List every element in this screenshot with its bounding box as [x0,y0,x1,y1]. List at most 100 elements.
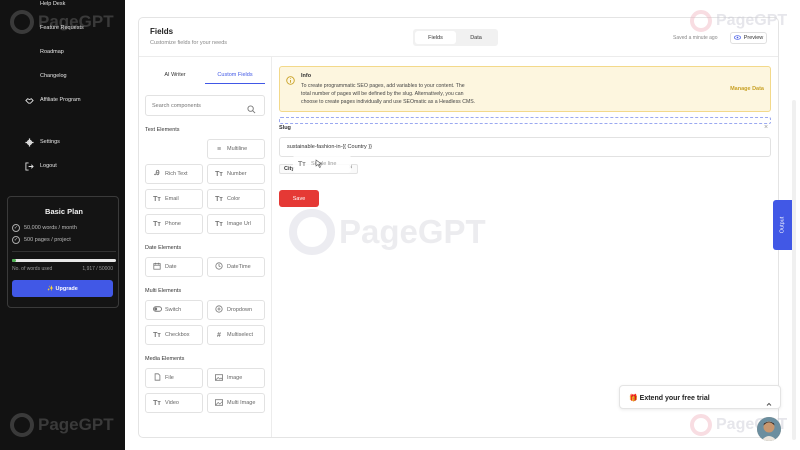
brand-watermark-bottom: PageGPT [10,413,114,437]
plan-feature-words: ✓ 50,000 words / month [12,224,77,232]
manage-data-link[interactable]: Manage Data [730,86,764,92]
text-type-icon: Tт [153,195,161,203]
component-rich-text[interactable]: Ꭿ Rich Text [145,164,203,184]
info-line-2: total number of pages will be defined by… [301,91,464,97]
tab-custom-fields[interactable]: Custom Fields [205,66,265,84]
plan-title: Basic Plan [45,207,83,216]
output-panel-toggle[interactable]: Output [773,200,792,250]
component-date[interactable]: Date [145,257,203,277]
brand-logo-icon [10,413,34,437]
component-datetime[interactable]: DateTime [207,257,265,277]
sidebar-item-logout[interactable]: Logout [0,157,125,175]
tab-fields[interactable]: Fields [415,31,456,44]
images-icon [214,398,224,408]
hash-icon: # [217,331,221,339]
component-file[interactable]: File [145,368,203,388]
plus-circle-icon [214,305,224,315]
component-color[interactable]: Tт Color [207,189,265,209]
sidebar-item-changelog[interactable]: Changelog [0,67,125,85]
scrollbar[interactable] [792,100,796,440]
free-trial-banner[interactable]: 🎁 Extend your free trial [619,385,781,409]
slug-input[interactable]: sustainable-fashion-in-{{ Country }} [279,137,771,157]
image-icon [214,373,224,383]
chevron-up-icon[interactable] [766,394,772,412]
component-multiselect[interactable]: # Multiselect [207,325,265,345]
component-video[interactable]: Tт Video [145,393,203,413]
plan-divider [12,251,116,252]
sidebar-item-settings[interactable]: Settings [0,133,125,151]
check-circle-icon: ✓ [12,224,20,232]
sidebar-item-roadmap[interactable]: Roadmap [0,43,125,61]
page-subtitle: Customize fields for your needs [150,40,228,46]
usage-label: No. of words used [12,266,53,272]
component-switch[interactable]: Switch [145,300,203,320]
info-line-3: choose to create pages individually and … [301,99,476,105]
sidebar: PageGPT Help Desk Feature Requests Roadm… [0,0,125,450]
component-email[interactable]: Tт Email [145,189,203,209]
component-phone[interactable]: Tт Phone [145,214,203,234]
clock-icon [214,262,224,272]
left-panel-divider [271,57,272,437]
brand-watermark-top-right: PageGPT [690,10,787,32]
handshake-icon [25,96,34,105]
text-type-icon: Tт [215,220,223,228]
usage-bar-fill [12,259,16,262]
component-multi-image[interactable]: Multi Image [207,393,265,413]
text-type-icon: Tт [215,170,223,178]
sidebar-item-help-desk[interactable]: Help Desk [0,0,125,13]
plan-feature-pages: ✓ 500 pages / project [12,236,71,244]
gear-icon [25,137,34,147]
check-circle-icon: ✓ [12,236,20,244]
slug-dropzone [279,117,771,124]
calendar-icon [152,262,162,272]
trial-label: 🎁 Extend your free trial [629,395,710,402]
align-lines-icon: ≡ [216,145,222,153]
plan-card: Basic Plan ✓ 50,000 words / month ✓ 500 … [7,196,119,308]
search-input[interactable] [152,100,242,112]
component-number[interactable]: Tт Number [207,164,265,184]
component-checkbox[interactable]: Tт Checkbox [145,325,203,345]
preview-button[interactable]: Preview [730,32,767,44]
avatar[interactable] [757,417,781,441]
sidebar-item-affiliate-program[interactable]: Affiliate Program [0,91,125,109]
usage-value: 1,917 / 50000 [82,266,113,272]
brand-logo-icon [289,209,335,255]
component-multiline[interactable]: ≡ Multiline [207,139,265,159]
toggle-icon [152,306,162,314]
info-banner: Info To create programmatic SEO pages, a… [279,66,771,112]
slug-label: Slug [279,125,291,131]
save-button[interactable]: Save [279,190,319,207]
text-type-icon: Tт [153,220,161,228]
text-type-icon: Tт [215,195,223,203]
usage-bar [12,259,116,262]
brand-logo-icon [690,414,712,436]
eye-icon [733,34,741,42]
component-dropdown[interactable]: Dropdown [207,300,265,320]
slug-value: sustainable-fashion-in-{{ Country }} [287,144,372,150]
brand-logo-icon [690,10,712,32]
rich-text-icon: Ꭿ [154,170,160,177]
info-title: Info [301,73,312,79]
search-icon[interactable] [247,101,256,119]
cursor-icon [315,159,323,170]
info-icon [286,72,295,90]
saved-status: Saved a minute ago [673,35,718,41]
component-image-url[interactable]: Tт Image Url [207,214,265,234]
section-media-elements: Media Elements [145,356,185,362]
text-type-icon: Tт [298,160,306,168]
header-divider [139,56,778,57]
tab-ai-writer[interactable]: AI Writer [145,66,205,84]
section-multi-elements: Multi Elements [145,288,182,294]
dragging-single-line[interactable]: Tт Single line [293,155,351,173]
upgrade-button[interactable]: ✨ Upgrade [12,280,113,297]
page-title: Fields [150,27,174,36]
component-image[interactable]: Image [207,368,265,388]
tab-data[interactable]: Data [456,31,496,44]
text-type-icon: Tт [153,399,161,407]
logout-icon [25,161,34,171]
info-line-1: To create programmatic SEO pages, add va… [301,83,465,89]
brand-watermark-center: PageGPT [289,209,486,255]
file-icon [152,373,162,383]
slug-remove-icon[interactable]: × [764,124,768,131]
sidebar-item-feature-requests[interactable]: Feature Requests [0,19,125,37]
